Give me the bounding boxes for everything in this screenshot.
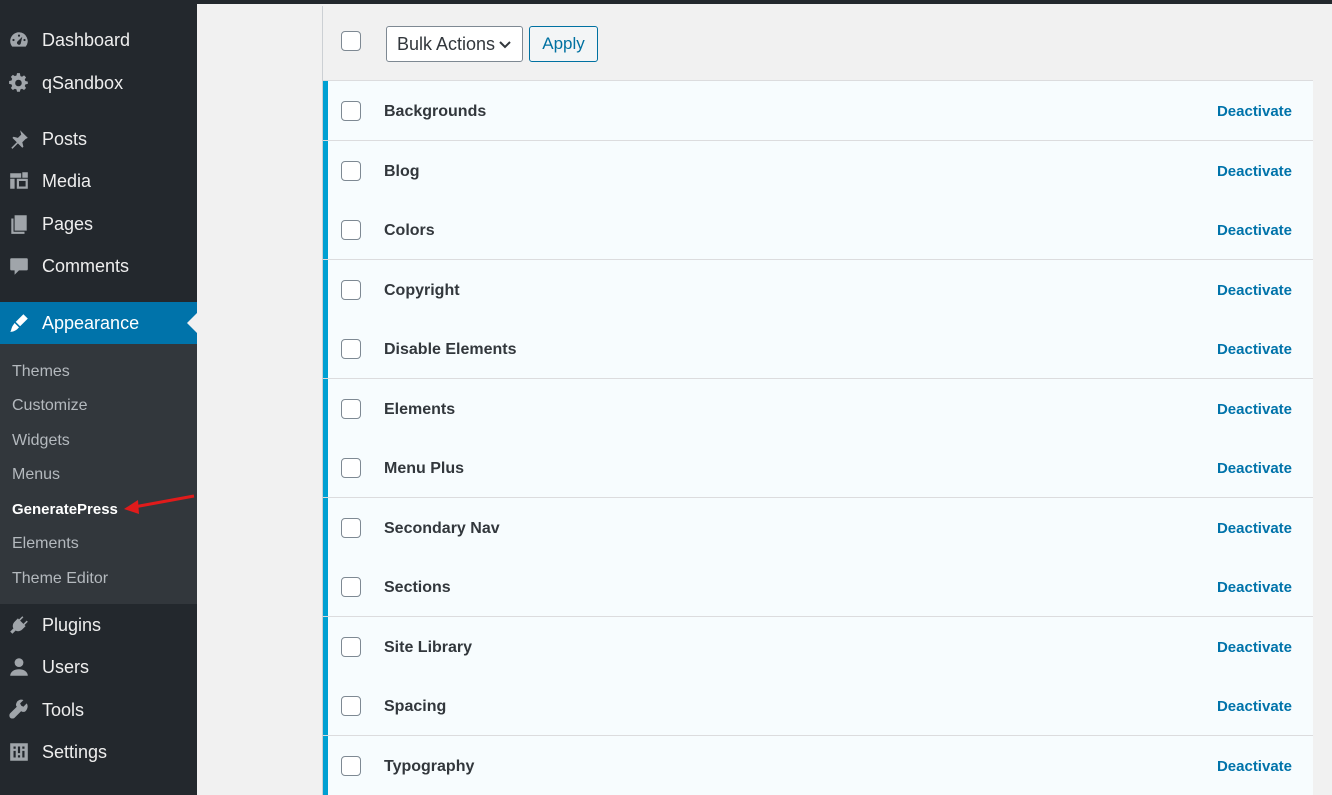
gear-icon [8,72,30,94]
admin-sidebar: Dashboard qSandbox Posts Media Pages Com… [0,0,197,795]
submenu-elements[interactable]: Elements [12,535,79,553]
table-row: Backgrounds Deactivate [323,81,1313,141]
module-name: Disable Elements [384,341,517,358]
module-name: Sections [384,579,451,596]
appearance-submenu: Themes Customize Widgets Menus GenerateP… [0,344,197,604]
table-row: Typography Deactivate [323,735,1313,795]
row-checkbox[interactable] [341,636,361,657]
row-checkbox[interactable] [341,339,361,359]
row-checkbox[interactable] [341,101,361,121]
submenu-theme-editor[interactable]: Theme Editor [12,570,108,588]
select-all-checkbox[interactable] [341,31,361,51]
row-checkbox[interactable] [341,696,361,716]
media-icon [8,170,30,192]
row-checkbox[interactable] [341,398,361,419]
active-indicator [187,313,197,333]
module-name: Typography [384,757,475,775]
row-checkbox[interactable] [341,220,361,240]
table-row: Disable Elements Deactivate [323,319,1313,379]
user-icon [8,656,30,678]
comment-icon [8,255,30,277]
modules-table: Bulk Actions Apply Backgrounds Deactivate… [322,6,1313,795]
submenu-generatepress[interactable]: GeneratePress [12,501,118,518]
top-edge [197,0,1332,4]
submenu-menus[interactable]: Menus [12,466,60,484]
module-name: Menu Plus [384,460,465,477]
deactivate-link[interactable]: Deactivate [1217,698,1292,715]
module-name: Spacing [384,698,447,715]
table-row: Sections Deactivate [323,557,1313,617]
settings-icon [8,741,30,763]
plugin-icon [8,614,30,636]
pages-icon [8,213,30,235]
deactivate-link[interactable]: Deactivate [1217,401,1292,418]
menu-tools[interactable]: Tools [0,689,197,731]
deactivate-link[interactable]: Deactivate [1217,103,1292,120]
row-checkbox[interactable] [341,279,361,300]
menu-posts[interactable]: Posts [0,118,197,160]
deactivate-link[interactable]: Deactivate [1217,222,1292,239]
module-name: Colors [384,222,435,239]
table-row: Blog Deactivate [323,140,1313,201]
table-row: Colors Deactivate [323,200,1313,260]
deactivate-link[interactable]: Deactivate [1217,341,1292,358]
deactivate-link[interactable]: Deactivate [1217,163,1292,180]
module-name: Secondary Nav [384,519,500,537]
menu-plugins[interactable]: Plugins [0,604,197,646]
deactivate-link[interactable]: Deactivate [1217,579,1292,596]
menu-settings[interactable]: Settings [0,731,197,773]
chevron-down-icon [499,41,511,49]
menu-users[interactable]: Users [0,646,197,688]
row-checkbox[interactable] [341,458,361,478]
menu-comments[interactable]: Comments [0,245,197,287]
table-toolbar: Bulk Actions Apply [323,6,1313,81]
menu-media[interactable]: Media [0,160,197,202]
menu-qsandbox[interactable]: qSandbox [0,62,197,104]
table-row: Spacing Deactivate [323,676,1313,736]
menu-dashboard[interactable]: Dashboard [0,19,197,61]
module-name: Elements [384,400,456,418]
brush-icon [8,312,30,334]
pin-icon [8,128,30,150]
table-row: Secondary Nav Deactivate [323,497,1313,558]
module-name: Blog [384,162,420,180]
deactivate-link[interactable]: Deactivate [1217,758,1292,775]
module-name: Backgrounds [384,103,487,120]
deactivate-link[interactable]: Deactivate [1217,639,1292,656]
apply-button[interactable]: Apply [529,26,598,62]
table-row: Menu Plus Deactivate [323,438,1313,498]
submenu-themes[interactable]: Themes [12,363,70,381]
annotation-arrow [124,494,195,514]
table-row: Site Library Deactivate [323,616,1313,677]
deactivate-link[interactable]: Deactivate [1217,520,1292,537]
submenu-widgets[interactable]: Widgets [12,432,70,450]
bulk-actions-select[interactable]: Bulk Actions [386,26,523,62]
module-name: Site Library [384,638,473,656]
wrench-icon [8,699,30,721]
table-row: Copyright Deactivate [323,259,1313,320]
row-checkbox[interactable] [341,517,361,538]
submenu-customize[interactable]: Customize [12,397,88,415]
row-checkbox[interactable] [341,577,361,597]
table-row: Elements Deactivate [323,378,1313,439]
deactivate-link[interactable]: Deactivate [1217,282,1292,299]
menu-pages[interactable]: Pages [0,203,197,245]
row-checkbox[interactable] [341,755,361,776]
module-name: Copyright [384,281,460,299]
dashboard-icon [8,29,30,51]
menu-appearance[interactable]: Appearance [0,302,197,344]
row-checkbox[interactable] [341,160,361,181]
deactivate-link[interactable]: Deactivate [1217,460,1292,477]
